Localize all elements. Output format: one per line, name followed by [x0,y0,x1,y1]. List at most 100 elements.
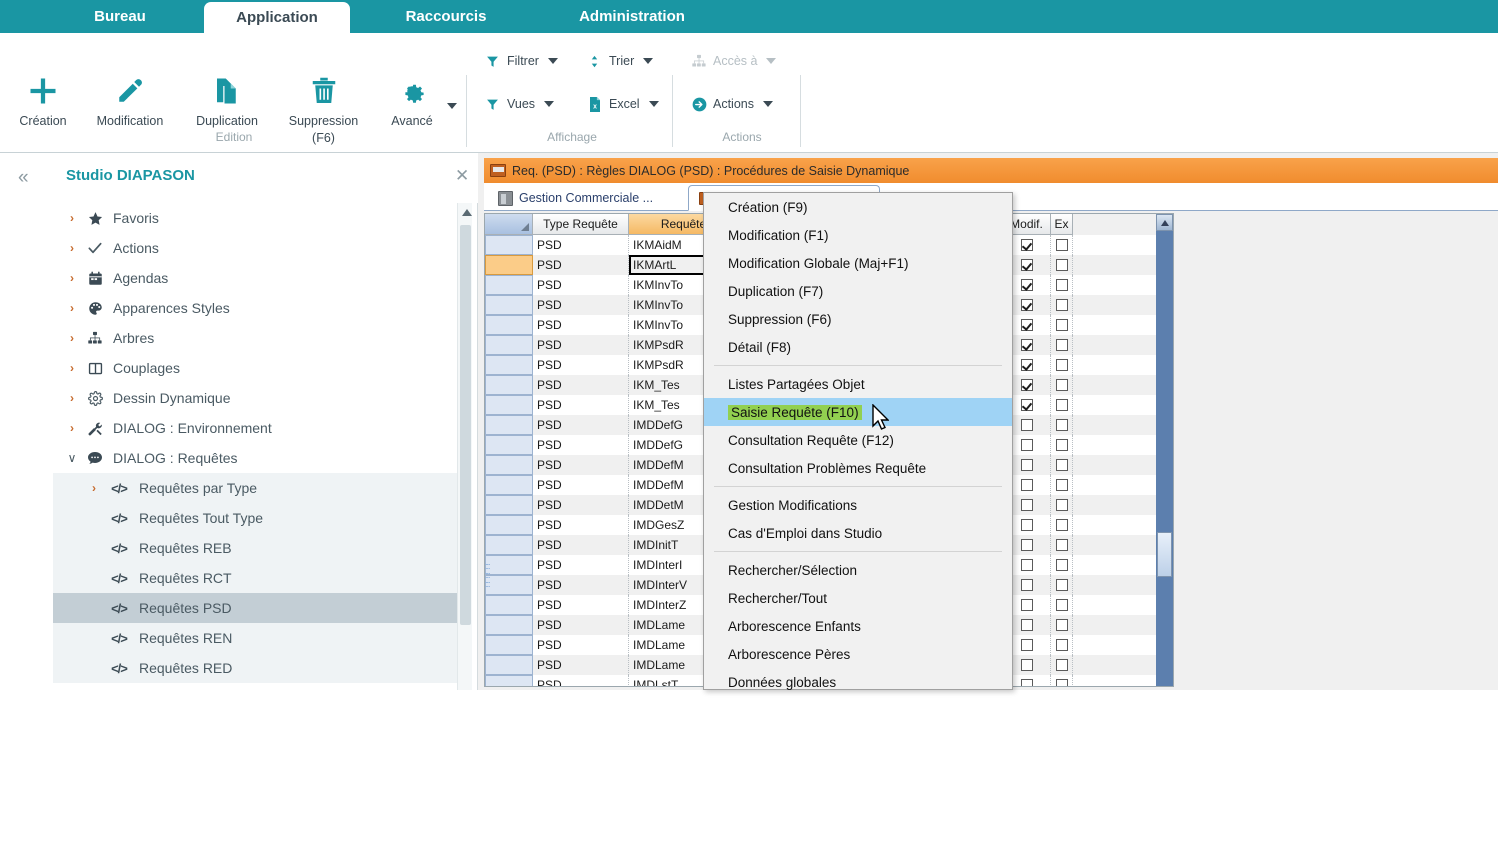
scrollbar-thumb[interactable] [460,225,471,625]
chevron-right-icon[interactable]: › [61,361,83,375]
row-selector-cell[interactable] [485,675,533,687]
chevron-right-icon[interactable]: › [61,331,83,345]
checkbox-ex[interactable] [1056,639,1068,651]
cell-ex[interactable] [1051,475,1073,495]
ribbon-button-avanc[interactable]: Avancé [378,71,446,128]
row-selector-cell[interactable] [485,535,533,555]
checkbox-modif[interactable] [1021,539,1033,551]
row-selector-cell[interactable] [485,475,533,495]
cell-type-requete[interactable]: PSD [533,355,629,375]
checkbox-ex[interactable] [1056,259,1068,271]
checkbox-modif[interactable] [1021,559,1033,571]
ribbon-button-excel[interactable]: xExcel [588,91,659,117]
row-selector-cell[interactable] [485,255,533,275]
sidebar-item-actions[interactable]: ›Actions [53,233,457,263]
row-selector-cell[interactable] [485,295,533,315]
row-selector-cell[interactable] [485,435,533,455]
chevron-down-icon[interactable] [649,101,659,107]
cell-ex[interactable] [1051,375,1073,395]
cell-type-requete[interactable]: PSD [533,615,629,635]
chevron-down-icon[interactable] [548,58,558,64]
ribbon-button-duplication[interactable]: Duplication [182,71,272,128]
chevron-double-left-icon[interactable]: « [18,167,29,189]
checkbox-ex[interactable] [1056,579,1068,591]
chevron-down-icon[interactable] [544,101,554,107]
menu-item-duplication-f7[interactable]: Duplication (F7) [704,277,1012,305]
cell-type-requete[interactable]: PSD [533,555,629,575]
checkbox-modif[interactable] [1021,439,1033,451]
close-icon[interactable]: ✕ [455,166,469,186]
checkbox-modif[interactable] [1021,339,1033,351]
ribbon-button-trier[interactable]: Trier [588,48,653,74]
checkbox-ex[interactable] [1056,279,1068,291]
cell-type-requete[interactable]: PSD [533,675,629,687]
cell-ex[interactable] [1051,675,1073,687]
row-selector-cell[interactable] [485,655,533,675]
row-selector-cell[interactable] [485,375,533,395]
ribbon-button-modification[interactable]: Modification [82,71,178,128]
checkbox-modif[interactable] [1021,319,1033,331]
row-selector-cell[interactable] [485,635,533,655]
sidebar-item-requ-tes-reb[interactable]: </>Requêtes REB [53,533,457,563]
menu-item-cr-ation-f9[interactable]: Création (F9) [704,193,1012,221]
row-selector-cell[interactable] [485,275,533,295]
cell-ex[interactable] [1051,235,1073,255]
menu-item-consultation-probl-mes-requ-te[interactable]: Consultation Problèmes Requête [704,454,1012,482]
checkbox-ex[interactable] [1056,299,1068,311]
checkbox-modif[interactable] [1021,599,1033,611]
mdi-subtab-0[interactable]: Gestion Commerciale ... [488,185,663,211]
cell-ex[interactable] [1051,495,1073,515]
cell-ex[interactable] [1051,635,1073,655]
menu-item-modification-globale-maj-f1[interactable]: Modification Globale (Maj+F1) [704,249,1012,277]
sidebar-scrollbar[interactable] [457,203,472,690]
cell-ex[interactable] [1051,615,1073,635]
chevron-right-icon[interactable]: › [61,271,83,285]
checkbox-modif[interactable] [1021,519,1033,531]
row-selector-cell[interactable] [485,595,533,615]
cell-type-requete[interactable]: PSD [533,335,629,355]
grid-vertical-scrollbar[interactable] [1156,214,1173,686]
sidebar-item-requ-tes-rct[interactable]: </>Requêtes RCT [53,563,457,593]
menu-item-donn-es-globales[interactable]: Données globales [704,668,1012,696]
cell-type-requete[interactable]: PSD [533,575,629,595]
cell-ex[interactable] [1051,515,1073,535]
chevron-down-icon[interactable] [766,58,776,64]
cell-type-requete[interactable]: PSD [533,255,629,275]
checkbox-modif[interactable] [1021,479,1033,491]
sidebar-item-dialog-requ-tes[interactable]: ∨DIALOG : Requêtes [53,443,457,473]
checkbox-modif[interactable] [1021,659,1033,671]
checkbox-ex[interactable] [1056,419,1068,431]
row-selector-cell[interactable] [485,415,533,435]
cell-type-requete[interactable]: PSD [533,275,629,295]
chevron-right-icon[interactable]: › [61,211,83,225]
cell-ex[interactable] [1051,275,1073,295]
row-selector-cell[interactable] [485,335,533,355]
checkbox-ex[interactable] [1056,339,1068,351]
ribbon-button-accs[interactable]: Accès à [692,48,776,74]
checkbox-modif[interactable] [1021,239,1033,251]
checkbox-modif[interactable] [1021,399,1033,411]
checkbox-modif[interactable] [1021,259,1033,271]
cell-ex[interactable] [1051,255,1073,275]
menu-item-gestion-modifications[interactable]: Gestion Modifications [704,491,1012,519]
menu-item-modification-f1[interactable]: Modification (F1) [704,221,1012,249]
cell-ex[interactable] [1051,535,1073,555]
menu-item-rechercher-tout[interactable]: Rechercher/Tout [704,584,1012,612]
checkbox-ex[interactable] [1056,459,1068,471]
cell-ex[interactable] [1051,435,1073,455]
scroll-up-arrow-icon[interactable] [1156,214,1173,231]
ribbon-button-cration[interactable]: Création [8,71,78,128]
checkbox-modif[interactable] [1021,419,1033,431]
chevron-right-icon[interactable]: › [61,391,83,405]
grid-column-header-ex[interactable]: Ex [1051,214,1073,235]
checkbox-modif[interactable] [1021,279,1033,291]
context-menu[interactable]: Création (F9)Modification (F1)Modificati… [703,192,1013,690]
cell-ex[interactable] [1051,315,1073,335]
cell-type-requete[interactable]: PSD [533,635,629,655]
sidebar-item-requ-tes-psd[interactable]: </>Requêtes PSD [53,593,457,623]
scrollbar-thumb[interactable] [1157,532,1172,577]
sidebar-item-requ-tes-par-type[interactable]: ›</>Requêtes par Type [53,473,457,503]
menu-item-rechercher-s-lection[interactable]: Rechercher/Sélection [704,556,1012,584]
chevron-down-icon[interactable] [643,58,653,64]
checkbox-ex[interactable] [1056,519,1068,531]
